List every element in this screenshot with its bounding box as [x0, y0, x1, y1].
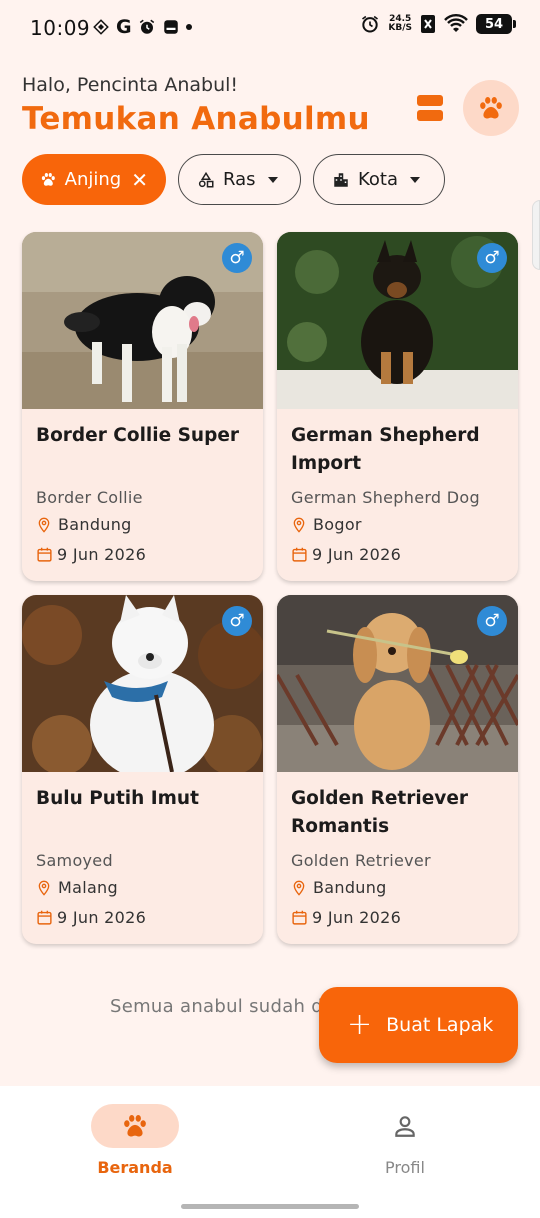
nav-label-profil: Profil: [385, 1158, 425, 1177]
calendar-icon: [36, 546, 53, 563]
male-badge: ♂: [477, 606, 507, 636]
calendar-icon: [291, 546, 308, 563]
listing-location: Bandung: [36, 515, 132, 534]
message-icon: [163, 20, 178, 34]
paw-icon: [121, 1112, 149, 1140]
listing-location: Bogor: [291, 515, 362, 534]
listing-breed: Border Collie: [36, 488, 143, 507]
chip-kota-label: Kota: [358, 169, 399, 190]
male-badge: ♂: [477, 243, 507, 273]
male-badge: ♂: [222, 243, 252, 273]
page-title: Temukan Anabulmu: [22, 101, 370, 137]
person-icon: [395, 1116, 415, 1137]
nav-item-beranda[interactable]: Beranda: [75, 1104, 195, 1177]
listing-name: German Shepherd Import: [291, 425, 480, 474]
greeting: Halo, Pencinta Anabul!: [22, 74, 239, 96]
dot-icon: [185, 24, 192, 30]
net-speed-unit: KB/S: [388, 23, 412, 33]
listing-card[interactable]: ♂ Border Collie Super Border Collie Band…: [22, 232, 263, 581]
close-icon[interactable]: ✕: [131, 168, 148, 192]
listing-date: 9 Jun 2026: [36, 908, 146, 927]
nav-indicator: [91, 1104, 179, 1148]
listing-name: Golden Retriever Romantis: [291, 788, 469, 837]
listing-name: Bulu Putih Imut: [36, 788, 199, 809]
location-pin-icon: [36, 517, 52, 533]
status-time: 10:09: [30, 16, 91, 40]
battery-indicator: 54: [476, 14, 516, 34]
status-bar: 10:09 G 24.5 KB/S 54: [0, 0, 540, 56]
chip-anjing[interactable]: Anjing ✕: [22, 154, 166, 205]
date-text: 9 Jun 2026: [57, 545, 147, 564]
listing-card[interactable]: ♂ German Shepherd Import German Shepherd…: [277, 232, 518, 581]
calendar-icon: [36, 909, 53, 926]
edge-panel-handle[interactable]: [532, 200, 540, 270]
end-of-list-message: Semua anabul sudah d: [110, 996, 324, 1017]
listing-date: 9 Jun 2026: [291, 908, 401, 927]
home-indicator[interactable]: [181, 1204, 359, 1209]
plus-icon: +: [347, 1007, 373, 1042]
location-pin-icon: [291, 880, 307, 896]
location-pin-icon: [291, 517, 307, 533]
chevron-down-icon: [267, 176, 278, 183]
paw-button[interactable]: [463, 80, 519, 136]
alarm-icon: [362, 15, 379, 33]
notification-icons: G: [92, 16, 192, 38]
chip-ras[interactable]: Ras: [178, 154, 301, 205]
location-pin-icon: [36, 880, 52, 896]
city-icon: [334, 172, 348, 187]
male-badge: ♂: [222, 606, 252, 636]
chip-kota[interactable]: Kota: [313, 154, 445, 205]
filter-chips: Anjing ✕ Ras Kota: [22, 154, 445, 205]
category-icon: [198, 171, 214, 187]
listing-breed: Golden Retriever: [291, 851, 431, 870]
listing-breed: German Shepherd Dog: [291, 488, 480, 507]
no-sim-icon: [421, 15, 435, 33]
listing-location: Bandung: [291, 878, 387, 897]
view-agenda-icon[interactable]: [412, 90, 448, 126]
location-text: Bandung: [58, 515, 132, 534]
paw-icon: [477, 94, 505, 122]
alarm-icon: [139, 19, 154, 34]
nav-label-beranda: Beranda: [97, 1158, 173, 1177]
listing-location: Malang: [36, 878, 118, 897]
calendar-icon: [291, 909, 308, 926]
net-speed: 24.5 KB/S: [388, 15, 412, 33]
create-listing-button[interactable]: + Buat Lapak: [319, 987, 518, 1063]
listing-date: 9 Jun 2026: [36, 545, 146, 564]
listing-card[interactable]: ♂ Golden Retriever Romantis Golden Retri…: [277, 595, 518, 944]
wifi-icon: [444, 14, 468, 32]
listing-date: 9 Jun 2026: [291, 545, 401, 564]
bottom-navigation: Beranda Profil: [0, 1086, 540, 1218]
date-text: 9 Jun 2026: [312, 545, 402, 564]
location-text: Bogor: [313, 515, 362, 534]
system-icons: 24.5 KB/S 54: [360, 14, 516, 34]
nav-icon-wrap: [361, 1104, 449, 1148]
listing-breed: Samoyed: [36, 851, 113, 870]
chip-anjing-label: Anjing: [64, 169, 122, 190]
create-listing-label: Buat Lapak: [386, 1014, 494, 1036]
google-icon: G: [116, 16, 132, 38]
location-text: Bandung: [313, 878, 387, 897]
location-text: Malang: [58, 878, 118, 897]
listing-name: Border Collie Super: [36, 425, 239, 446]
date-text: 9 Jun 2026: [312, 908, 402, 927]
nav-item-profil[interactable]: Profil: [345, 1104, 465, 1177]
paw-icon: [40, 170, 57, 189]
chevron-down-icon: [410, 176, 421, 183]
dropbox-icon: [93, 19, 109, 35]
chip-ras-label: Ras: [223, 169, 256, 190]
date-text: 9 Jun 2026: [57, 908, 147, 927]
listing-card[interactable]: ♂ Bulu Putih Imut Samoyed Malang 9 Jun 2…: [22, 595, 263, 944]
